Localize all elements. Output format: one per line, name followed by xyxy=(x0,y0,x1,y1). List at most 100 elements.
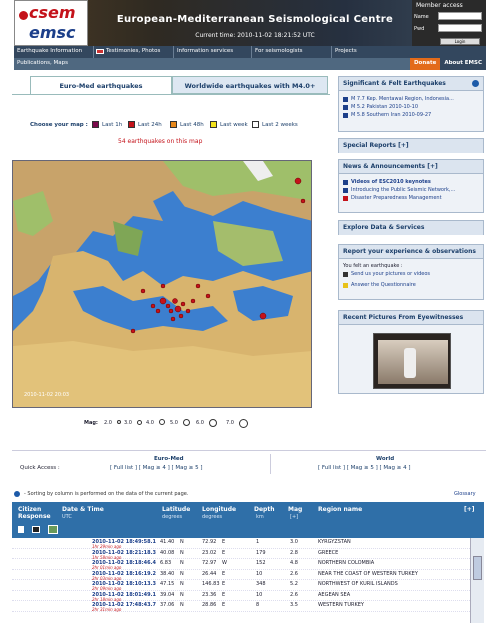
explore-title[interactable]: Explore Data & Services xyxy=(339,221,483,235)
col-depth[interactable]: Depth xyxy=(254,506,274,513)
nav-projects[interactable]: Projects xyxy=(332,46,486,58)
qa-euromed-links[interactable]: [ Full list ] [ Mag ≥ 4 ] [ Mag ≥ 5 ] xyxy=(110,465,203,471)
nav-for-seismologists[interactable]: For seismologists xyxy=(252,46,332,58)
table-row[interactable]: 2010-11-02 17:48:43.7 37.06 N 28.86 E 8 3.5 WES… xyxy=(12,601,470,612)
qa-euromed-title: Euro-Med xyxy=(154,456,184,462)
news-item[interactable]: Introducing the Public Seismic Network,.… xyxy=(339,186,483,194)
significant-item[interactable]: M 5.2 Pakistan 2010-10-10 xyxy=(339,103,483,111)
significant-item[interactable]: M 7.7 Kep. Mentawai Region, Indonesia... xyxy=(339,95,483,103)
special-reports-panel[interactable]: Special Reports [+] xyxy=(338,138,484,153)
nav-information-services[interactable]: Information services xyxy=(174,46,252,58)
table-row[interactable]: 2010-11-02 18:10:13.3 47.15 N 146.83 E 348 5.2… xyxy=(12,580,470,591)
last-2-weeks-swatch[interactable] xyxy=(252,121,259,128)
last-48h-swatch[interactable] xyxy=(170,121,177,128)
bullet-icon xyxy=(343,113,348,118)
seismicity-map[interactable] xyxy=(12,160,312,408)
row-lon-hemisphere: E xyxy=(222,591,226,598)
logo-text-bottom: emsc xyxy=(29,23,76,42)
last-1h-swatch[interactable] xyxy=(92,121,99,128)
video-icon[interactable] xyxy=(32,526,40,533)
news-item[interactable]: Videos of ESC2010 keynotes xyxy=(339,178,483,186)
col-mag-expand[interactable]: [+] xyxy=(290,514,298,520)
nav-publications-maps[interactable]: Publications, Maps xyxy=(14,58,68,70)
row-longitude: 72.97 xyxy=(202,560,217,566)
login-button[interactable]: Login xyxy=(440,38,480,45)
row-lat-hemisphere: N xyxy=(180,549,184,556)
table-row[interactable]: 2010-11-02 18:01:49.1 39.04 N 23.36 E 10 2.6 AE… xyxy=(12,591,470,602)
col-region[interactable]: Region name xyxy=(318,506,362,513)
main-nav: Earthquake Information Testimonies, Phot… xyxy=(14,46,486,58)
table-row[interactable]: 2010-11-02 18:49:58.1 41.40 N 72.92 E 1 3.0 KYR… xyxy=(12,538,470,549)
row-longitude: 23.36 xyxy=(202,591,217,598)
tab-worldwide[interactable]: Worldwide earthquakes with M4.0+ xyxy=(172,76,328,94)
rss-icon[interactable] xyxy=(472,80,479,87)
name-input[interactable] xyxy=(438,12,482,20)
row-magnitude: 2.8 xyxy=(290,549,298,556)
mag-7-circle-icon xyxy=(239,419,248,428)
nav-earthquake-info[interactable]: Earthquake Information xyxy=(14,46,94,58)
about-emsc-link[interactable]: About EMSC xyxy=(440,58,486,70)
site-title: European-Mediterranean Seismological Cen… xyxy=(116,14,394,25)
eyewitness-photo[interactable] xyxy=(373,333,451,389)
row-latitude: 38.40 xyxy=(160,570,175,577)
significant-item[interactable]: M 5.8 Southern Iran 2010-09-27 xyxy=(339,111,483,119)
last-24h-swatch[interactable] xyxy=(128,121,135,128)
news-panel: News & Announcements [+] Videos of ESC20… xyxy=(338,159,484,213)
special-reports-title[interactable]: Special Reports [+] xyxy=(339,139,483,153)
col-date[interactable]: Date & Time xyxy=(62,506,104,513)
row-lat-hemisphere: N xyxy=(180,591,184,598)
scrollbar-thumb[interactable] xyxy=(473,556,482,580)
row-magnitude: 5.2 xyxy=(290,581,298,587)
last-2-weeks-option[interactable]: Last 2 weeks xyxy=(262,122,298,128)
expand-columns-button[interactable]: [+] xyxy=(464,506,475,513)
document-icon[interactable] xyxy=(18,526,24,533)
row-longitude: 23.02 xyxy=(202,549,217,556)
row-depth: 179 xyxy=(256,549,266,556)
qa-world-links[interactable]: [ Full list ] [ Mag ≥ 5 ] [ Mag ≥ 4 ] xyxy=(318,465,411,471)
last-week-swatch[interactable] xyxy=(210,121,217,128)
last-48h-option[interactable]: Last 48h xyxy=(180,122,204,128)
row-latitude: 39.04 xyxy=(160,591,175,598)
significant-title[interactable]: Significant & Felt Earthquakes xyxy=(339,77,483,91)
table-scrollbar[interactable] xyxy=(470,538,484,623)
col-mag[interactable]: Mag xyxy=(288,506,302,513)
emsc-logo[interactable]: csem emsc xyxy=(14,0,88,46)
quick-access-bar xyxy=(12,450,486,478)
last-24h-option[interactable]: Last 24h xyxy=(138,122,162,128)
table-row[interactable]: 2010-11-02 18:18:46.4 6.83 N 72.97 W 152 4.8 NO… xyxy=(12,559,470,570)
col-citizen: Citizen xyxy=(18,506,42,513)
pictures-title[interactable]: Recent Pictures From Eyewitnesses xyxy=(339,311,483,325)
report-title[interactable]: Report your experience & observations xyxy=(339,245,483,259)
password-input[interactable] xyxy=(438,24,482,32)
photo-icon[interactable] xyxy=(48,525,58,534)
table-row[interactable]: 2010-11-02 18:21:18.3 40.08 N 23.02 E 179 2.8 G… xyxy=(12,549,470,560)
report-item[interactable]: Answer the Questionnaire xyxy=(339,281,483,289)
last-week-option[interactable]: Last week xyxy=(220,122,248,128)
col-longitude[interactable]: Longitude xyxy=(202,506,236,513)
donate-button[interactable]: Donate xyxy=(409,58,441,70)
significant-panel: Significant & Felt Earthquakes M 7.7 Kep… xyxy=(338,76,484,132)
news-item[interactable]: Disaster Preparedness Management xyxy=(339,194,483,202)
row-depth: 1 xyxy=(256,539,260,545)
member-access-title: Member access xyxy=(416,2,463,9)
nav-testimonies[interactable]: Testimonies, Photos xyxy=(94,46,174,58)
tab-euromed[interactable]: Euro-Med earthquakes xyxy=(30,76,172,94)
row-region: NORTHERN COLOMBIA xyxy=(318,560,375,566)
row-region: AEGEAN SEA xyxy=(318,591,351,598)
col-latitude[interactable]: Latitude xyxy=(162,506,190,513)
row-region: GREECE xyxy=(318,549,339,556)
row-lon-hemisphere: E xyxy=(222,549,226,556)
pwd-label: Pwd xyxy=(414,26,425,32)
table-header: Citizen Response Date & Time UTC Latitud… xyxy=(12,502,484,538)
explore-panel[interactable]: Explore Data & Services xyxy=(338,220,484,235)
table-row[interactable]: 2010-11-02 18:16:19.2 38.40 N 26.44 E 10 2.6 NE… xyxy=(12,570,470,581)
news-title[interactable]: News & Announcements [+] xyxy=(339,160,483,174)
mag-4: 4.0 xyxy=(146,420,154,426)
glossary-link[interactable]: Glossary xyxy=(454,491,476,497)
row-lon-hemisphere: E xyxy=(222,570,226,577)
report-item[interactable]: Send us your pictures or videos xyxy=(339,270,483,278)
last-1h-option[interactable]: Last 1h xyxy=(102,122,122,128)
pictures-panel: Recent Pictures From Eyewitnesses xyxy=(338,310,484,394)
row-lon-hemisphere: E xyxy=(222,581,226,587)
report-item-text: Send us your pictures or videos xyxy=(351,271,431,277)
